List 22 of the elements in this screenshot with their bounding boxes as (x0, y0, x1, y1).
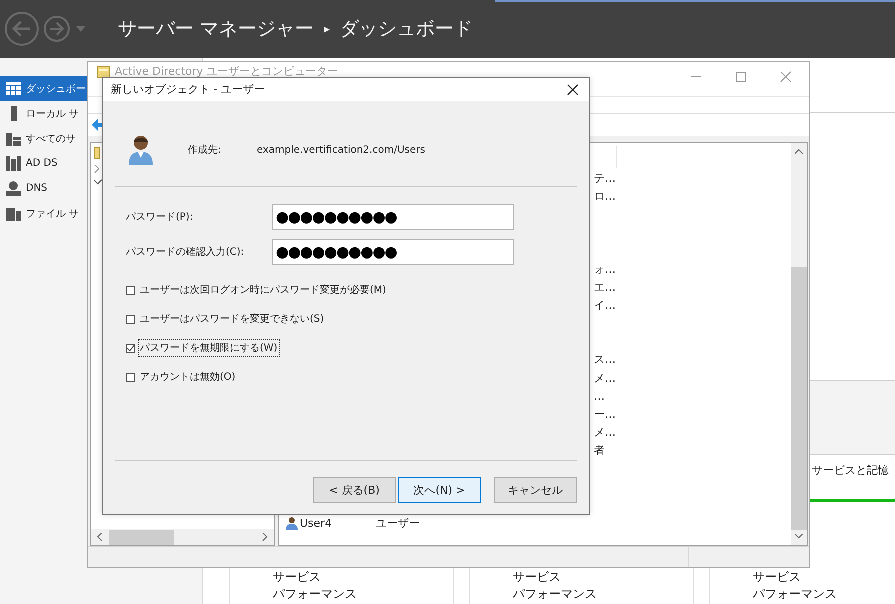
page-title: ダッシュボード (340, 17, 474, 42)
table-cell: ォ… (594, 262, 616, 277)
field-label: パスワードの確認入力(C): (125, 246, 246, 259)
table-cell: … (594, 390, 605, 403)
field-label: パスワード(P): (125, 211, 194, 224)
breadcrumb-separator: ▸ (324, 22, 330, 36)
dialog-title: 新しいオブジェクト - ユーザー (111, 82, 265, 97)
table-cell: イ… (594, 298, 616, 313)
table-cell: ー… (594, 407, 616, 422)
app-title: サーバー マネージャー (118, 17, 314, 42)
table-cell: メ… (594, 370, 616, 386)
table-cell: エ… (594, 280, 616, 295)
table-cell: テ… (594, 170, 616, 186)
create-in-label: 作成先: (188, 144, 222, 157)
create-in-path: example.vertification2.com/Users (257, 144, 426, 156)
table-cell: メ… (594, 425, 616, 440)
window-title: Active Directory ユーザーとコンピューター (115, 66, 339, 78)
table-cell: ス… (594, 352, 616, 368)
table-cell: 者 (594, 443, 605, 458)
table-cell: ロ… (594, 188, 616, 204)
table-cell: User4 (300, 517, 332, 530)
table-cell-text: ユーザー (376, 516, 421, 532)
